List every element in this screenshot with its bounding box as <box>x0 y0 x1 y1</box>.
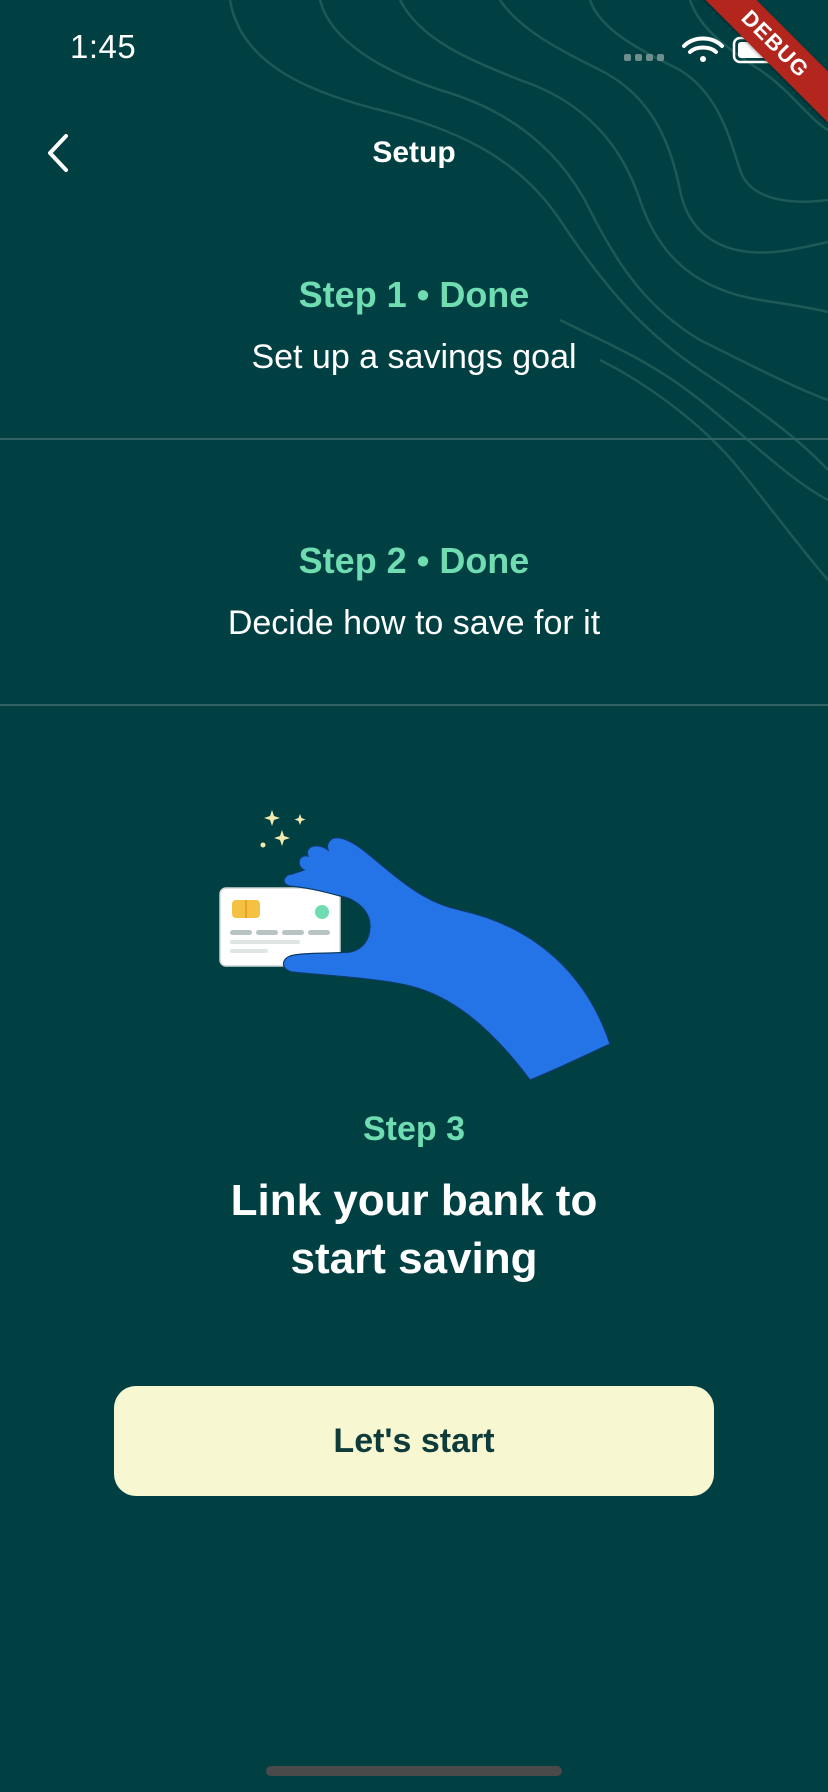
hand-holding-card-illustration <box>219 810 611 1081</box>
divider <box>0 704 828 706</box>
status-time: 1:45 <box>70 28 137 65</box>
lets-start-button[interactable]: Let's start <box>114 1386 714 1496</box>
step-3-heading-line1: Link your bank to <box>230 1176 598 1225</box>
step-2: Step 2 • Done Decide how to save for it <box>0 540 828 643</box>
step-3-label: Step 3 <box>362 1110 466 1148</box>
setup-screen: 1:45 DEBUG Setup Step 1 • Done Set up a … <box>0 0 828 1792</box>
home-indicator[interactable] <box>266 1766 562 1776</box>
step-3-heading-line2: start saving <box>290 1234 538 1283</box>
page-title: Setup <box>372 136 456 169</box>
step-1-title: Step 1 • Done <box>298 274 530 315</box>
step-3-heading: Link your bank to start saving <box>0 1172 828 1288</box>
step-1-subtitle: Set up a savings goal <box>251 338 577 376</box>
divider <box>0 438 828 440</box>
signal-icon <box>624 54 664 61</box>
wifi-icon <box>682 36 724 62</box>
step-2-title: Step 2 • Done <box>298 540 530 581</box>
step-2-subtitle: Decide how to save for it <box>227 604 601 642</box>
step-1: Step 1 • Done Set up a savings goal <box>0 274 828 377</box>
hand <box>282 837 611 1081</box>
